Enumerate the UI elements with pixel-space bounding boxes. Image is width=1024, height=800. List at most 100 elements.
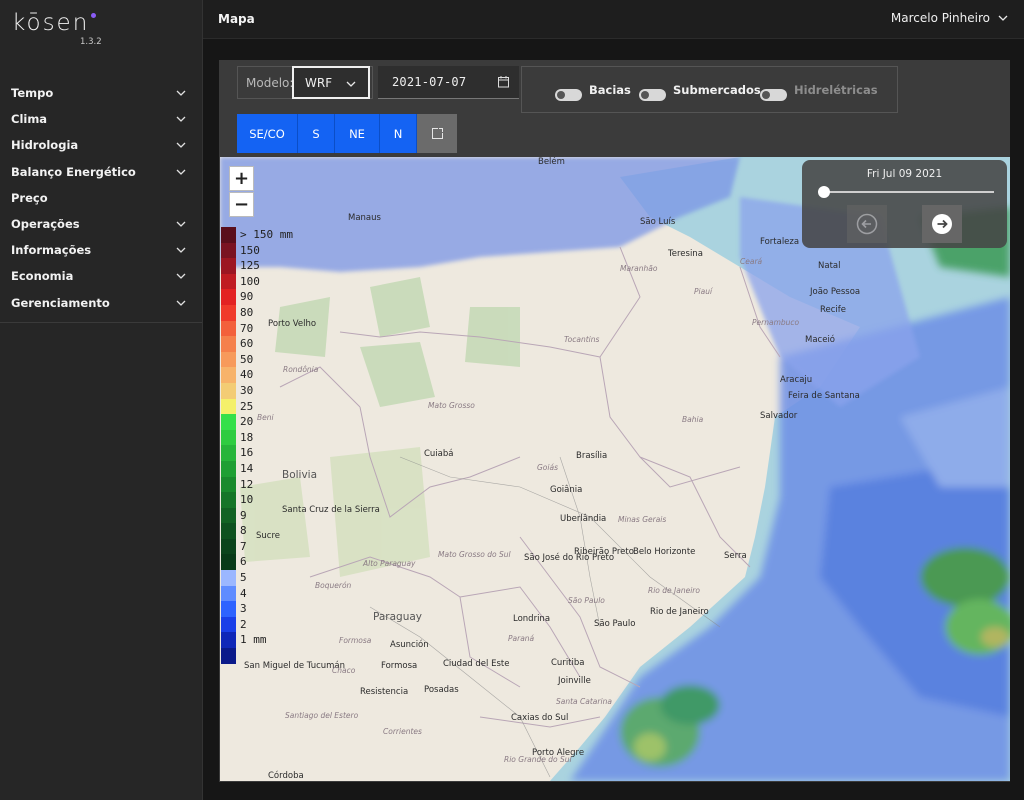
legend-row: 18 — [221, 429, 301, 446]
map-label-city: Brasília — [576, 451, 608, 461]
user-name: Marcelo Pinheiro — [890, 11, 990, 25]
map-label-city: Belo Horizonte — [633, 547, 696, 557]
sidebar-item-balan-o-energ-tico[interactable]: Balanço Energético — [0, 159, 202, 185]
sidebar-item-opera-es[interactable]: Operações — [0, 211, 202, 237]
legend-row: 7 — [221, 538, 301, 555]
map-label-city: Formosa — [381, 661, 418, 671]
map-label-city: Belém — [538, 157, 565, 167]
toggle-submercados[interactable] — [639, 89, 666, 101]
toggle-bacias[interactable] — [555, 89, 582, 101]
calendar-icon[interactable] — [497, 75, 510, 88]
legend-swatch — [221, 460, 236, 477]
legend-row: 50 — [221, 351, 301, 368]
sidebar-item-label: Hidrologia — [11, 138, 79, 153]
top-header: Mapa Marcelo Pinheiro — [203, 0, 1024, 39]
map-label-city: Curitiba — [551, 658, 585, 668]
map-label-city: Manaus — [348, 213, 381, 223]
map-base-layer — [220, 157, 1010, 781]
legend-swatch — [221, 242, 236, 259]
chevron-down-icon — [998, 15, 1008, 21]
legend-swatch — [221, 585, 236, 602]
region-tab-seco[interactable]: SE/CO — [237, 114, 298, 153]
map-label-city: João Pessoa — [810, 287, 861, 297]
map-label-state: Ceará — [740, 257, 763, 266]
export-button[interactable] — [417, 114, 457, 153]
legend-swatch — [221, 445, 236, 461]
sidebar-item-tempo[interactable]: Tempo — [0, 80, 202, 106]
legend-label: 20 — [240, 415, 254, 429]
arrow-left-icon — [856, 213, 878, 235]
toggle-label-hidreletricas: Hidrelétricas — [794, 83, 878, 97]
timeline-track[interactable] — [824, 191, 994, 193]
page-title: Mapa — [218, 12, 255, 26]
map-label-city: Ciudad del Este — [443, 659, 510, 669]
legend-label: 14 — [240, 461, 254, 475]
legend-row: 8 — [221, 523, 301, 539]
sidebar-item-hidrologia[interactable]: Hidrologia — [0, 132, 202, 158]
sidebar-item-clima[interactable]: Clima — [0, 106, 202, 132]
legend-row: 4 — [221, 585, 301, 602]
legend-swatch — [221, 258, 236, 274]
map-label-state: Mato Grosso do Sul — [438, 550, 511, 559]
map-label-city: Fortaleza — [760, 237, 800, 247]
map-label-state: Piauí — [694, 287, 713, 296]
region-tab-n[interactable]: N — [380, 114, 417, 153]
next-day-button[interactable] — [922, 205, 962, 243]
map-label-city: São Paulo — [594, 619, 636, 629]
user-menu[interactable]: Marcelo Pinheiro — [891, 11, 1008, 25]
legend-swatch — [221, 273, 236, 290]
legend-row: > 150 mm — [221, 227, 301, 243]
map-label-city: Cuiabá — [424, 449, 454, 459]
legend-label: 50 — [240, 352, 254, 366]
map-label-state: Santiago del Estero — [285, 711, 359, 720]
map-label-state: Corrientes — [383, 727, 422, 736]
map-label-state: Rio de Janeiro — [648, 586, 700, 595]
zoom-out-button[interactable]: − — [229, 192, 254, 217]
map-label-city: Londrina — [513, 614, 551, 624]
toggle-hidreletricas[interactable] — [760, 89, 787, 101]
legend-swatch — [221, 632, 236, 649]
map-label-state: Rio Grande do Sul — [504, 755, 572, 764]
map-label-city: Joinville — [558, 676, 591, 686]
legend-label: 3 — [240, 602, 247, 616]
sidebar-item-gerenciamento[interactable]: Gerenciamento — [0, 290, 202, 316]
date-picker[interactable]: 2021-07-07 — [378, 66, 519, 99]
region-tab-ne[interactable]: NE — [335, 114, 380, 153]
legend-swatch — [221, 616, 236, 633]
timeline-date: Fri Jul 09 2021 — [866, 168, 943, 180]
precipitation-map[interactable]: Belém Manaus São Luís Teresina Fortaleza Nata… — [220, 157, 1010, 781]
arrow-right-icon — [932, 214, 952, 234]
sidebar-item-economia[interactable]: Economia — [0, 263, 202, 289]
toggle-knob — [762, 91, 770, 99]
zoom-in-button[interactable]: + — [229, 166, 254, 191]
sidebar-item-label: Economia — [11, 269, 74, 284]
legend-swatch — [221, 398, 236, 415]
map-label-state: São Paulo — [568, 596, 605, 605]
legend-row: 16 — [221, 445, 301, 461]
map-label-city: Uberlândia — [560, 514, 607, 524]
sidebar-item-pre-o[interactable]: Preço — [0, 185, 202, 211]
model-select[interactable]: WRF — [292, 66, 370, 99]
map-label-state: Paraná — [508, 634, 535, 643]
legend-row: 150 — [221, 242, 301, 259]
legend-row: 10 — [221, 492, 301, 508]
map-label-state: Maranhão — [620, 264, 658, 273]
sidebar: kōsen 1.3.2 Tempo Clima Hidrologia Balanço … — [0, 0, 203, 800]
legend-swatch — [221, 289, 236, 305]
timeline-thumb[interactable] — [818, 186, 830, 198]
map-label-state: Formosa — [339, 636, 372, 645]
previous-day-button[interactable] — [847, 205, 887, 243]
map-label-city: Asunción — [390, 640, 429, 650]
legend-label: 18 — [240, 430, 254, 444]
legend-label: 7 — [240, 539, 247, 553]
app-version: 1.3.2 — [80, 37, 102, 47]
model-value: WRF — [305, 75, 333, 90]
sidebar-item-informa-es[interactable]: Informações — [0, 237, 202, 263]
chevron-down-icon — [176, 90, 186, 96]
region-tab-s[interactable]: S — [298, 114, 335, 153]
legend-label: 2 — [240, 617, 247, 631]
sidebar-item-label: Informações — [11, 243, 92, 258]
legend-label: 30 — [240, 383, 254, 397]
chevron-down-icon — [176, 221, 186, 227]
legend-label: 150 — [240, 243, 260, 257]
